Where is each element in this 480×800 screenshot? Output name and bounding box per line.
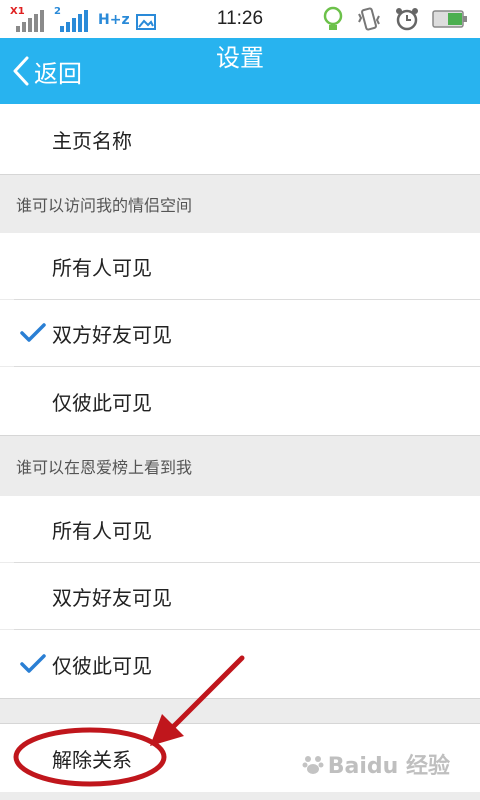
title-bar: 设置 返回 (0, 38, 480, 104)
rank-option-all[interactable]: 所有人可见 (0, 496, 480, 562)
home-name-label: 主页名称 (52, 128, 132, 153)
arrow-shaft (169, 655, 245, 731)
status-right-icons (322, 6, 468, 32)
section-title: 谁可以访问我的情侣空间 (16, 196, 193, 215)
section-title: 谁可以在恩爱榜上看到我 (16, 458, 193, 477)
love-rank-header: 谁可以在恩爱榜上看到我 (0, 436, 480, 496)
battery-icon (432, 10, 467, 28)
home-name-row[interactable]: 主页名称 (0, 104, 480, 174)
bulb-icon (323, 6, 343, 30)
option-label: 仅彼此可见 (52, 390, 152, 415)
rank-option-mutual-friends[interactable]: 双方好友可见 (0, 563, 480, 629)
highlight-ellipse (13, 727, 167, 787)
space-option-each-other[interactable]: 仅彼此可见 (0, 367, 480, 435)
option-label: 双方好友可见 (52, 585, 172, 610)
back-button[interactable]: 返回 (12, 38, 82, 104)
status-bar: X1 2 H+z 11:26 (0, 0, 480, 38)
space-option-all[interactable]: 所有人可见 (0, 233, 480, 299)
back-label: 返回 (34, 59, 82, 88)
baidu-watermark: Baidu 经验 (302, 748, 450, 780)
chevron-left-icon (13, 56, 29, 86)
checkmark-icon (20, 323, 46, 342)
space-option-mutual-friends[interactable]: 双方好友可见 (0, 300, 480, 366)
option-label: 所有人可见 (52, 255, 152, 280)
vibrate-icon (358, 7, 380, 31)
option-label: 双方好友可见 (52, 322, 172, 347)
alarm-clock-icon (396, 8, 418, 31)
paw-logo-icon (302, 756, 324, 774)
option-label: 所有人可见 (52, 518, 152, 543)
space-visibility-header: 谁可以访问我的情侣空间 (0, 175, 480, 233)
watermark-text: Baidu 经验 (327, 754, 450, 779)
